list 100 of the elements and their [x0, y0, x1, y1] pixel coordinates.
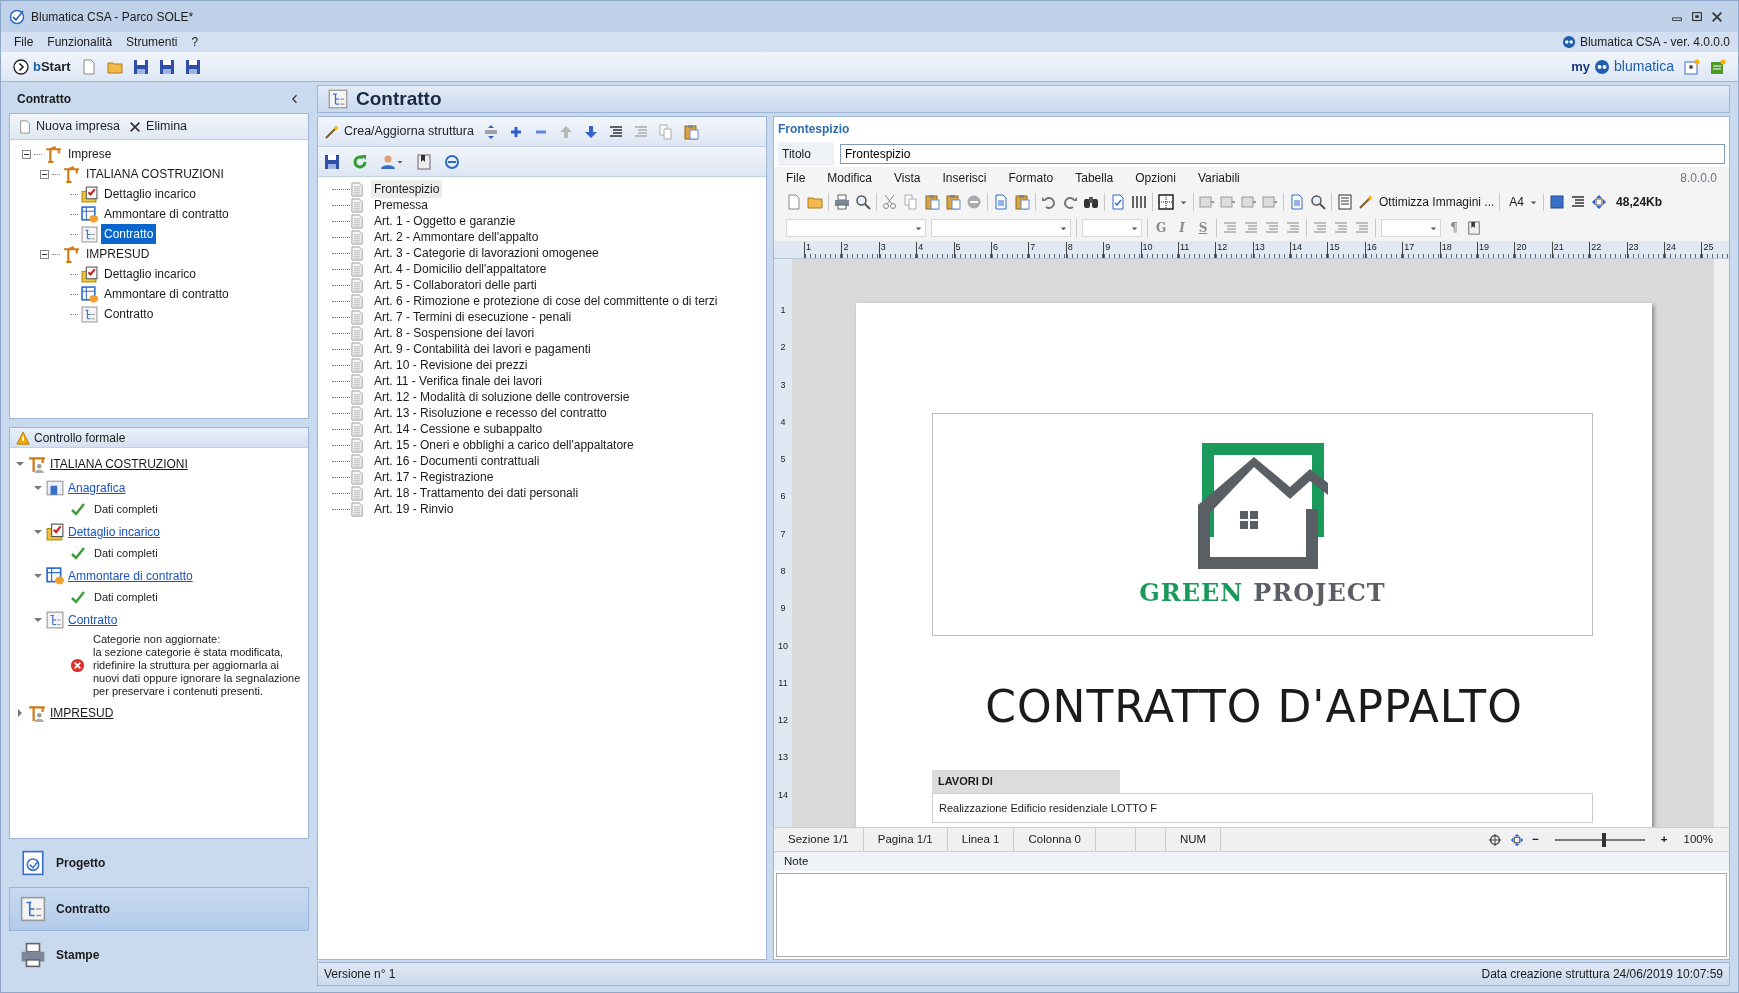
- undo-icon[interactable]: [1041, 194, 1057, 210]
- paste-special-icon[interactable]: [945, 194, 961, 210]
- menu-item[interactable]: Opzioni: [1135, 169, 1176, 187]
- redo-icon[interactable]: [1062, 194, 1078, 210]
- find-icon[interactable]: [1083, 194, 1099, 210]
- maximize-icon[interactable]: [1690, 9, 1704, 24]
- table-row-icon[interactable]: [1199, 194, 1215, 210]
- section-link[interactable]: Anagrafica: [68, 479, 126, 497]
- page-fit-icon[interactable]: [1510, 832, 1525, 847]
- zoom-out-button[interactable]: −: [1532, 830, 1539, 849]
- section-item[interactable]: Art. 17 - Registrazione: [371, 468, 497, 486]
- align-icon[interactable]: [1570, 194, 1587, 210]
- section-item[interactable]: Art. 13 - Risoluzione e recesso del contratto: [371, 404, 610, 422]
- page-size-dropdown[interactable]: A4: [1509, 193, 1525, 211]
- section-link[interactable]: Contratto: [68, 611, 118, 629]
- section-item[interactable]: Art. 18 - Trattamento dei dati personali: [371, 484, 582, 502]
- collapse-arrow[interactable]: [34, 528, 42, 536]
- save-as-icon[interactable]: [184, 58, 201, 75]
- wand-icon[interactable]: [1358, 194, 1374, 210]
- collapse-arrow[interactable]: [34, 616, 42, 624]
- refresh-icon[interactable]: [352, 153, 368, 170]
- section-item[interactable]: Art. 3 - Categorie di lavorazioni omogenee: [371, 244, 602, 262]
- section-item[interactable]: Art. 1 - Oggetto e garanzie: [371, 212, 519, 230]
- tree-item[interactable]: Contratto: [101, 304, 157, 324]
- link-icon[interactable]: [444, 153, 460, 170]
- zoom-in-button[interactable]: +: [1660, 830, 1668, 849]
- nav-button[interactable]: Progetto: [9, 841, 309, 885]
- expand-collapse-icon[interactable]: [482, 123, 499, 140]
- tree-item[interactable]: Ammontare di contratto: [101, 284, 232, 304]
- slider-thumb[interactable]: [1602, 832, 1607, 847]
- section-item[interactable]: Art. 2 - Ammontare dell'appalto: [371, 228, 542, 246]
- list-icon[interactable]: [1337, 194, 1353, 210]
- new-document-icon[interactable]: [786, 194, 802, 210]
- multilevel-list-icon[interactable]: [1354, 220, 1370, 236]
- section-item[interactable]: Art. 4 - Domicilio dell'appaltatore: [371, 260, 550, 278]
- nav-button[interactable]: Stampe: [9, 933, 309, 977]
- menu-item[interactable]: Vista: [894, 169, 921, 187]
- columns-icon[interactable]: [1131, 194, 1147, 210]
- menu-item[interactable]: Inserisci: [942, 169, 987, 187]
- section-item[interactable]: Art. 9 - Contabilità dei lavori e pagamenti: [371, 340, 594, 358]
- section-item[interactable]: Art. 15 - Oneri e obblighi a carico dell'appaltatore: [371, 436, 637, 454]
- notes-field[interactable]: [776, 873, 1727, 957]
- menu-item[interactable]: Variabili: [1197, 169, 1240, 187]
- zoom-icon[interactable]: [1310, 194, 1326, 210]
- section-item[interactable]: Art. 14 - Cessione e subappalto: [371, 420, 546, 438]
- tree-item[interactable]: Dettaglio incarico: [101, 184, 200, 204]
- document-check-icon[interactable]: [1110, 194, 1126, 210]
- cut-icon[interactable]: [882, 194, 898, 210]
- folder-icon[interactable]: [807, 194, 823, 210]
- tree-item[interactable]: IMPRESUD: [83, 244, 153, 264]
- document-icon[interactable]: [1289, 194, 1305, 210]
- section-item[interactable]: Art. 6 - Rimozione e protezione di cose del committente o di terzi: [371, 292, 721, 310]
- company-link[interactable]: IMPRESUD: [50, 704, 114, 722]
- section-item[interactable]: Art. 11 - Verifica finale dei lavori: [371, 372, 545, 390]
- table-row-icon[interactable]: [1262, 194, 1278, 210]
- paste-icon[interactable]: [682, 123, 699, 140]
- start-button[interactable]: bStart: [13, 56, 71, 77]
- move-icon[interactable]: [1591, 194, 1608, 210]
- tree-item[interactable]: Imprese: [65, 144, 115, 164]
- paste-icon[interactable]: [1014, 194, 1030, 210]
- menu-item[interactable]: Tabella: [1075, 169, 1114, 187]
- title-field[interactable]: Frontespizio: [840, 144, 1725, 164]
- section-item[interactable]: Art. 16 - Documenti contrattuali: [371, 452, 543, 470]
- user-card-icon[interactable]: [1684, 58, 1700, 75]
- company-link[interactable]: ITALIANA COSTRUZIONI: [50, 455, 188, 473]
- nav-button[interactable]: Contratto: [9, 887, 309, 931]
- table-row-icon[interactable]: [1241, 194, 1257, 210]
- collapse-toggle[interactable]: [40, 249, 49, 259]
- sheet-icon[interactable]: [1710, 58, 1726, 75]
- menu-item[interactable]: ?: [186, 33, 204, 51]
- section-item[interactable]: Art. 10 - Revisione dei prezzi: [371, 356, 531, 374]
- stop-icon[interactable]: [966, 194, 982, 210]
- section-item[interactable]: Art. 8 - Sospensione dei lavori: [371, 324, 538, 342]
- menu-item[interactable]: File: [9, 33, 39, 51]
- save-all-icon[interactable]: [158, 58, 175, 75]
- section-item[interactable]: Art. 5 - Collaboratori delle parti: [371, 276, 540, 294]
- section-link[interactable]: Dettaglio incarico: [68, 523, 161, 541]
- print-icon[interactable]: [834, 194, 850, 210]
- page-color-icon[interactable]: [1549, 194, 1566, 210]
- section-item[interactable]: Premessa: [371, 196, 432, 214]
- section-link[interactable]: Ammontare di contratto: [68, 567, 193, 585]
- menu-item[interactable]: Formato: [1008, 169, 1054, 187]
- section-item[interactable]: Art. 19 - Rinvio: [371, 500, 457, 518]
- user-icon[interactable]: [380, 153, 396, 170]
- document-icon[interactable]: [993, 194, 1009, 210]
- collapse-arrow[interactable]: [34, 484, 42, 492]
- optimize-images-button[interactable]: Ottimizza Immagini ...: [1379, 193, 1495, 211]
- section-item[interactable]: Frontespizio: [371, 180, 443, 198]
- tree-item[interactable]: Contratto: [101, 224, 157, 244]
- delete-button[interactable]: Elimina: [128, 117, 188, 136]
- bookmark-icon[interactable]: [416, 153, 432, 170]
- close-icon[interactable]: [1710, 9, 1724, 24]
- collapse-arrow[interactable]: [16, 460, 24, 468]
- save-icon[interactable]: [132, 58, 149, 75]
- tree-item[interactable]: Dettaglio incarico: [101, 264, 200, 284]
- table-icon[interactable]: [1158, 194, 1174, 210]
- paste-icon[interactable]: [924, 194, 940, 210]
- menu-item[interactable]: Funzionalità: [42, 33, 118, 51]
- save-icon[interactable]: [324, 153, 340, 170]
- table-row-icon[interactable]: [1220, 194, 1236, 210]
